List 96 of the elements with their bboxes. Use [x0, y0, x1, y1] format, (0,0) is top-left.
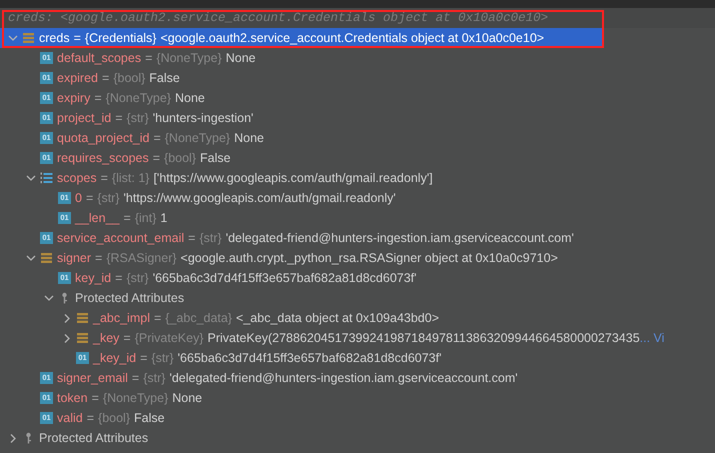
value-text: None	[172, 390, 202, 407]
type-label: {bool}	[98, 410, 130, 427]
value-text: <google.auth.crypt._python_rsa.RSASigner object at 0x10a0c9710>	[180, 250, 558, 267]
variable-name: project_id	[57, 110, 112, 127]
equals-sign: =	[115, 270, 122, 287]
equals-sign: =	[153, 130, 161, 147]
type-label: {_abc_data}	[165, 310, 232, 327]
type-label: {RSASigner}	[106, 250, 177, 267]
type-label: {str}	[199, 230, 222, 247]
type-label: {str}	[126, 110, 149, 127]
type-label: {bool}	[164, 150, 196, 167]
tree-row[interactable]: scopes = {list: 1} ['https://www.googleapis.com/auth/gmail.readonly']	[0, 168, 715, 188]
equals-sign: =	[95, 250, 102, 267]
equals-sign: =	[145, 50, 152, 67]
collapse-chevron-icon[interactable]	[44, 294, 54, 302]
value-text: 1	[160, 210, 168, 227]
equals-sign: =	[86, 190, 94, 207]
type-label: {NoneType}	[156, 50, 222, 67]
list-icon	[40, 172, 53, 184]
equals-sign: =	[154, 310, 162, 327]
type-label: {bool}	[113, 70, 146, 87]
equals-sign: =	[132, 370, 140, 387]
type-label: {NoneType}	[164, 130, 230, 147]
value-text: 'delegated-friend@hunters-ingestion.iam.gserviceaccount.com'	[226, 230, 574, 247]
equals-sign: =	[86, 410, 94, 427]
collapse-chevron-icon[interactable]	[8, 34, 18, 42]
variable-name: __len__	[75, 210, 120, 227]
variable-name: service_account_email	[57, 230, 184, 247]
object-icon	[76, 312, 89, 324]
variable-name: valid	[57, 410, 83, 427]
variable-name: 0	[75, 190, 82, 207]
value-text: None	[226, 50, 256, 67]
value-text: False	[200, 150, 231, 167]
equals-sign: =	[115, 110, 123, 127]
value-text: <google.oauth2.service_account.Credentials object at 0x10a0c0e10>	[160, 30, 544, 47]
variable-name: token	[57, 390, 88, 407]
equals-sign: =	[102, 70, 110, 87]
tree-row[interactable]: _key = {PrivateKey} PrivateKey(27886204517399241987184978113863209944664580000273435... Vi	[0, 328, 715, 348]
variable-name: quota_project_id	[57, 130, 150, 147]
value-text: 'delegated-friend@hunters-ingestion.iam.gserviceaccount.com'	[169, 370, 518, 387]
type-label: {Credentials}	[84, 30, 156, 47]
group-label: Protected Attributes	[39, 430, 148, 447]
expand-chevron-icon[interactable]	[63, 314, 71, 322]
expand-chevron-icon[interactable]	[63, 334, 71, 342]
variable-name: _key	[93, 330, 120, 347]
value-text: None	[234, 130, 264, 147]
value-text: ['https://www.googleapis.com/auth/gmail.readonly']	[153, 170, 433, 187]
object-icon	[40, 252, 53, 264]
type-label: {PrivateKey}	[134, 330, 204, 347]
tree-row[interactable]: Protected Attributes	[0, 288, 715, 308]
value-text: PrivateKey(27886204517399241987184978113863209944664580000273435	[208, 330, 640, 347]
expand-chevron-icon[interactable]	[9, 434, 17, 442]
type-label: {str}	[126, 270, 149, 287]
object-icon	[22, 32, 35, 44]
variable-name: _key_id	[93, 350, 136, 367]
variable-name: expiry	[57, 90, 90, 107]
tree-row[interactable]: signer = {RSASigner} <google.auth.crypt._python_rsa.RSASigner object at 0x10a0c9710>	[0, 248, 715, 268]
type-label: {str}	[151, 350, 174, 367]
object-icon	[76, 332, 89, 344]
type-label: {str}	[97, 190, 120, 207]
value-text: False	[149, 70, 180, 87]
value-text: 'hunters-ingestion'	[152, 110, 254, 127]
equals-sign: =	[100, 170, 108, 187]
equals-sign: =	[74, 30, 81, 47]
equals-sign: =	[92, 390, 99, 407]
equals-sign: =	[123, 330, 131, 347]
variable-name: expired	[57, 70, 98, 87]
variable-name: signer_email	[57, 370, 128, 387]
type-label: {int}	[134, 210, 156, 227]
collapse-chevron-icon[interactable]	[26, 174, 36, 182]
variable-name: key_id	[75, 270, 112, 287]
variable-name: signer	[57, 250, 92, 267]
variable-name: default_scopes	[57, 50, 142, 67]
value-text: <_abc_data object at 0x109a43bd0>	[236, 310, 440, 327]
value-text: '665ba6c3d7d4f15ff3e657baf682a81d8cd6073f'	[152, 270, 417, 287]
value-text: '665ba6c3d7d4f15ff3e657baf682a81d8cd6073f'	[178, 350, 442, 367]
variable-name: requires_scopes	[57, 150, 149, 167]
variable-name: scopes	[57, 170, 97, 187]
type-label: {str}	[143, 370, 166, 387]
value-text: False	[134, 410, 165, 427]
tree-row[interactable]: _abc_impl = {_abc_data} <_abc_data object at 0x109a43bd0>	[0, 308, 715, 328]
collapse-chevron-icon[interactable]	[26, 254, 36, 262]
group-label: Protected Attributes	[75, 290, 184, 307]
variable-name: _abc_impl	[93, 310, 150, 327]
type-label: {NoneType}	[102, 390, 168, 407]
variable-name: creds	[39, 30, 70, 47]
value-text: 'https://www.googleapis.com/auth/gmail.readonly'	[124, 190, 396, 207]
type-label: {list: 1}	[112, 170, 150, 187]
equals-sign: =	[94, 90, 102, 107]
equals-sign: =	[140, 350, 148, 367]
value-text: None	[175, 90, 205, 107]
equals-sign: =	[152, 150, 160, 167]
type-label: {NoneType}	[106, 90, 171, 107]
equals-sign: =	[124, 210, 131, 227]
equals-sign: =	[188, 230, 196, 247]
tree-row[interactable]: Protected Attributes	[0, 428, 715, 448]
